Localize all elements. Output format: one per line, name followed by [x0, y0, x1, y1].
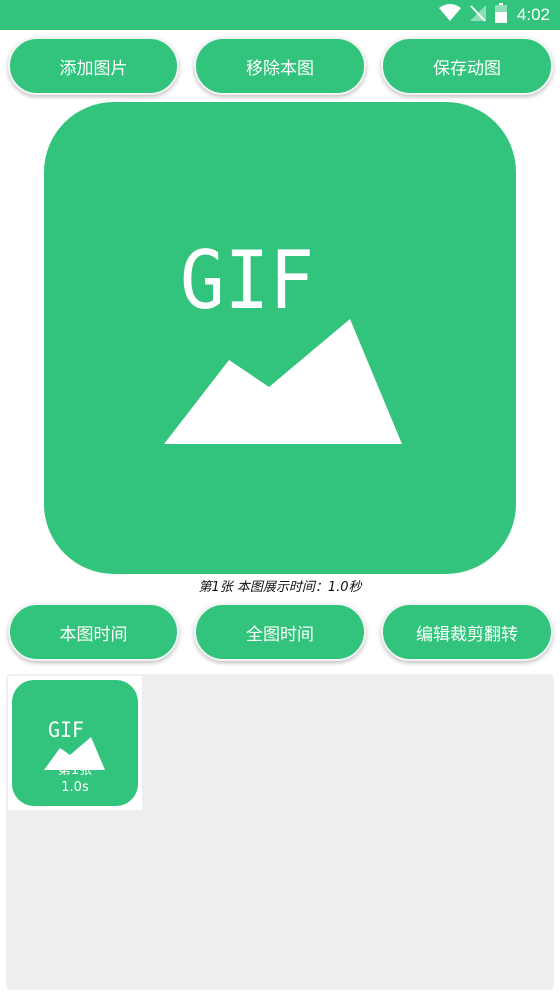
all-frames-time-button[interactable]: 全图时间: [194, 603, 366, 661]
remove-image-button[interactable]: 移除本图: [194, 37, 366, 95]
thumbnail-duration: 1.0s: [61, 780, 89, 795]
thumbnail-item[interactable]: GIF 第1张 1.0s: [8, 676, 142, 810]
gif-image-icon: GIF: [164, 234, 402, 444]
battery-icon: [494, 3, 507, 27]
thumbnail-list[interactable]: GIF 第1张 1.0s: [6, 674, 554, 990]
frame-time-button[interactable]: 本图时间: [8, 603, 179, 661]
add-image-button[interactable]: 添加图片: [8, 37, 179, 95]
thumbnail-index-label: 第1张: [57, 763, 93, 778]
preview-image: GIF: [44, 102, 516, 574]
edit-crop-flip-button[interactable]: 编辑裁剪翻转: [381, 603, 553, 661]
save-gif-button[interactable]: 保存动图: [381, 37, 553, 95]
wifi-icon: [438, 4, 461, 26]
frame-caption: 第1张 本图展示时间：1.0秒: [198, 580, 362, 595]
thumbnail-gif-text: GIF: [48, 718, 84, 742]
no-signal-icon: [469, 4, 487, 26]
status-icons: 4:02: [438, 0, 550, 30]
preview-gif-text: GIF: [180, 234, 314, 327]
thumbnail-image: GIF 第1张 1.0s: [12, 680, 138, 806]
status-time: 4:02: [516, 5, 550, 24]
status-bar: 4:02: [0, 0, 560, 30]
